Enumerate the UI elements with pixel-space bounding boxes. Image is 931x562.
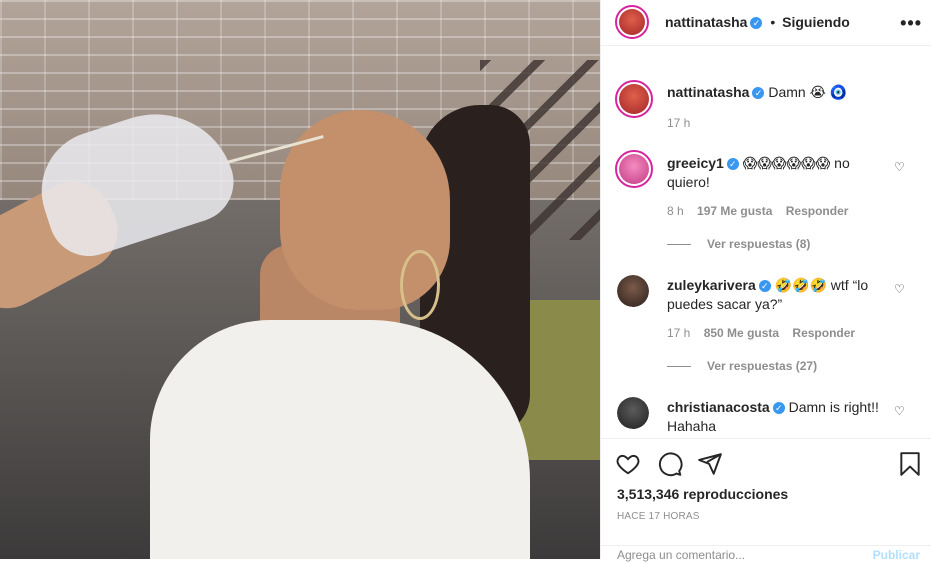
verified-icon: ✓: [750, 17, 763, 30]
verified-icon: ✓: [772, 402, 785, 415]
heart-small-icon[interactable]: ♡: [894, 282, 905, 296]
post-video[interactable]: [0, 0, 600, 559]
view-count[interactable]: 3,513,346 reproducciones: [617, 486, 788, 502]
more-options-icon[interactable]: •••: [900, 13, 922, 34]
comment-input[interactable]: Agrega un comentario...: [617, 548, 745, 562]
comment-likes[interactable]: 197 Me gusta: [697, 204, 772, 218]
verified-icon: ✓: [726, 158, 739, 171]
comment-icon[interactable]: [657, 451, 683, 477]
comment-username[interactable]: zuleykarivera: [667, 277, 756, 293]
post-sidebar: nattinatasha ✓ • Siguiendo ••• nattinatas…: [600, 0, 931, 562]
post-timestamp[interactable]: HACE 17 HORAS: [617, 511, 700, 522]
verified-icon: ✓: [752, 87, 765, 100]
bookmark-icon[interactable]: [897, 451, 923, 477]
view-replies-button[interactable]: Ver respuestas (8): [667, 237, 810, 251]
action-bar: 3,513,346 reproducciones HACE 17 HORAS A…: [601, 438, 931, 562]
hoop-earring: [400, 250, 440, 320]
comment-username[interactable]: christianacosta: [667, 399, 770, 415]
author-username[interactable]: nattinatasha: [665, 14, 747, 30]
share-icon[interactable]: [697, 451, 723, 477]
heart-icon[interactable]: [615, 451, 641, 477]
reply-button[interactable]: Responder: [792, 326, 855, 340]
caption-text: Damn 😭 🧿: [768, 84, 848, 100]
publish-button[interactable]: Publicar: [873, 548, 920, 562]
comment-avatar[interactable]: [615, 150, 653, 188]
reply-button[interactable]: Responder: [786, 204, 849, 218]
author-avatar[interactable]: [615, 5, 649, 39]
caption-avatar[interactable]: [615, 80, 653, 118]
comment-time[interactable]: 8 h: [667, 204, 684, 218]
heart-small-icon[interactable]: ♡: [894, 160, 905, 174]
heart-small-icon[interactable]: ♡: [894, 404, 905, 418]
comment-likes[interactable]: 850 Me gusta: [704, 326, 779, 340]
view-replies-button[interactable]: Ver respuestas (27): [667, 359, 817, 373]
follow-status[interactable]: Siguiendo: [782, 14, 850, 30]
comment-username[interactable]: greeicy1: [667, 155, 724, 171]
comment-avatar[interactable]: [617, 397, 649, 429]
caption-username[interactable]: nattinatasha: [667, 84, 749, 100]
instagram-post: nattinatasha ✓ • Siguiendo ••• nattinatas…: [0, 0, 931, 562]
verified-icon: ✓: [758, 280, 771, 293]
caption-time[interactable]: 17 h: [667, 116, 690, 130]
post-header: nattinatasha ✓ • Siguiendo •••: [601, 0, 931, 46]
comment-time[interactable]: 17 h: [667, 326, 690, 340]
comment-avatar[interactable]: [617, 275, 649, 307]
